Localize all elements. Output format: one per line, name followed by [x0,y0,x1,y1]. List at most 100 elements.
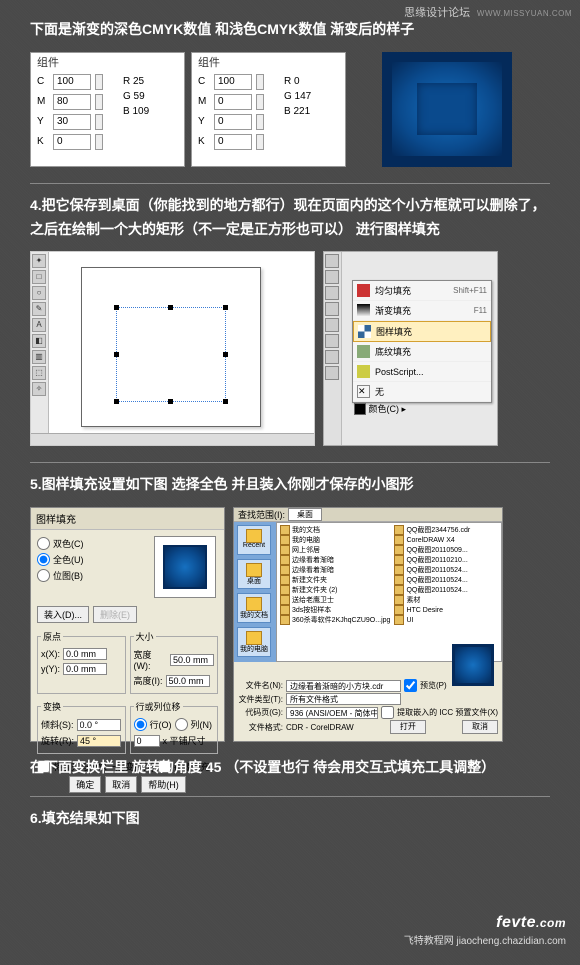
k-input[interactable] [53,134,91,150]
file-item[interactable]: CorelDRAW X4 [393,535,499,545]
menu-no-fill[interactable]: ✕无 [353,382,491,402]
extract-icc-checkbox[interactable] [381,706,394,719]
two-color-radio[interactable] [37,537,50,550]
tool-icon[interactable] [325,270,339,284]
transform-group: 变换 倾斜(S): 旋转(R): [37,700,126,754]
tool-icon[interactable]: ✎ [32,302,46,316]
load-button[interactable]: 装入(D)... [37,606,89,623]
filename-input[interactable]: 边缘看着渐暗的小方块.cdr [286,680,401,692]
place-desktop[interactable]: 桌面 [237,559,271,589]
file-item[interactable]: 网上邻居 [279,545,391,555]
resize-handle[interactable] [223,399,228,404]
spinner-icon[interactable] [95,94,103,110]
file-list[interactable]: 我的文档我的电脑网上邻居边缘看着渐暗边缘看着渐暗新建文件夹新建文件夹 (2)送给… [276,522,502,662]
codepage-combo[interactable]: 936 (ANSI/OEM - 简体中文 GBK) [286,707,378,719]
tool-icon[interactable] [325,254,339,268]
file-item[interactable]: UI [393,615,499,625]
tool-icon[interactable]: A [32,318,46,332]
spinner-icon[interactable] [256,134,264,150]
rgb-g: G 59 [123,89,149,104]
tool-icon[interactable] [325,350,339,364]
menu-gradient-fill[interactable]: 渐变填充F11 [353,301,491,321]
tile-pct-input[interactable] [134,735,160,747]
tool-icon[interactable]: ◧ [32,334,46,348]
menu-postscript-fill[interactable]: PostScript... [353,362,491,382]
open-button[interactable]: 打开 [390,720,426,734]
tool-icon[interactable]: ▥ [32,350,46,364]
tool-icon[interactable]: ✦ [32,254,46,268]
resize-handle[interactable] [114,352,119,357]
file-item[interactable]: QQ截图2344756.cdr [393,525,499,535]
place-mycomp[interactable]: 我的电脑 [237,627,271,657]
spinner-icon[interactable] [256,114,264,130]
file-item[interactable]: QQ截图20110524... [393,565,499,575]
file-item[interactable]: 边缘看着渐暗 [279,565,391,575]
file-item[interactable]: HTC Desire [393,605,499,615]
file-item[interactable]: QQ截图20110509... [393,545,499,555]
place-recent[interactable]: Recent [237,525,271,555]
resize-handle[interactable] [168,399,173,404]
spinner-icon[interactable] [95,114,103,130]
tool-icon[interactable] [325,334,339,348]
c-input[interactable] [214,74,252,90]
file-item[interactable]: QQ截图20110210... [393,555,499,565]
tool-icon[interactable]: ○ [32,286,46,300]
menu-pattern-fill[interactable]: 图样填充 [353,321,491,342]
resize-handle[interactable] [114,305,119,310]
resize-handle[interactable] [223,352,228,357]
y-input[interactable] [63,663,107,675]
file-item[interactable]: 送给老鹰卫士 [279,595,391,605]
file-item[interactable]: QQ截图20110524... [393,585,499,595]
filetype-combo[interactable]: 所有文件格式 [286,693,401,705]
file-item[interactable]: 3ds按钮样本 [279,605,391,615]
resize-handle[interactable] [168,305,173,310]
c-input[interactable] [53,74,91,90]
cancel-button[interactable]: 取消 [462,720,498,734]
menu-uniform-fill[interactable]: 均匀填充Shift+F11 [353,281,491,301]
m-input[interactable] [214,94,252,110]
skew-input[interactable] [77,719,121,731]
spinner-icon[interactable] [256,94,264,110]
tool-icon[interactable] [325,318,339,332]
tool-icon[interactable] [325,366,339,380]
spinner-icon[interactable] [256,74,264,90]
y-input[interactable] [214,114,252,130]
spinner-icon[interactable] [95,134,103,150]
file-item[interactable]: 新建文件夹 (2) [279,585,391,595]
preview-checkbox[interactable] [404,679,417,692]
full-color-radio[interactable] [37,553,50,566]
bitmap-radio[interactable] [37,569,50,582]
menu-texture-fill[interactable]: 底纹填充 [353,342,491,362]
file-item[interactable]: 新建文件夹 [279,575,391,585]
tool-icon[interactable]: ⬚ [32,366,46,380]
file-item[interactable]: 360杀毒软件2KJhqCZU9O...jpg [279,615,391,625]
col-radio[interactable] [175,718,188,731]
drawn-rectangle[interactable] [116,307,226,402]
rotate-input[interactable] [77,735,121,747]
place-mydoc[interactable]: 我的文档 [237,593,271,623]
tool-icon[interactable]: ✧ [32,382,46,396]
m-input[interactable] [53,94,91,110]
x-input[interactable] [63,648,107,660]
file-item[interactable]: 素材 [393,595,499,605]
file-item[interactable]: QQ截图20110524... [393,575,499,585]
resize-handle[interactable] [223,305,228,310]
m-label: M [198,97,210,107]
look-in-combo[interactable]: 桌面 [288,508,322,521]
width-input[interactable] [170,654,214,666]
tool-icon[interactable] [325,286,339,300]
format-value: CDR - CorelDRAW [286,723,354,732]
height-input[interactable] [166,675,210,687]
file-item[interactable]: 我的文档 [279,525,391,535]
tool-icon[interactable] [325,302,339,316]
row-radio[interactable] [134,718,147,731]
file-item[interactable]: 我的电脑 [279,535,391,545]
file-item[interactable]: 边缘看着渐暗 [279,555,391,565]
pattern-preview[interactable] [154,536,216,598]
spinner-icon[interactable] [95,74,103,90]
tool-icon[interactable]: □ [32,270,46,284]
resize-handle[interactable] [114,399,119,404]
k-input[interactable] [214,134,252,150]
color-swatch-icon[interactable] [354,403,366,415]
y-input[interactable] [53,114,91,130]
